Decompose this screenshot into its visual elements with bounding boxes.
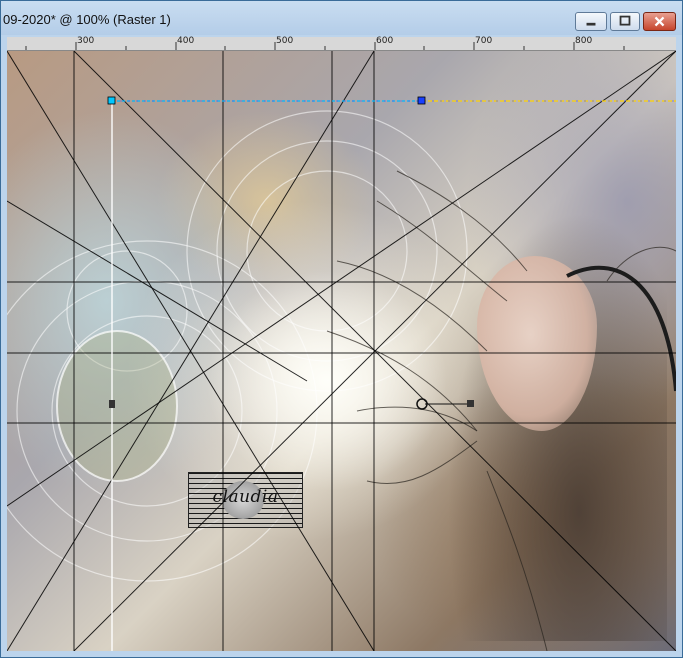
- side-handle[interactable]: [109, 400, 115, 408]
- image-canvas[interactable]: claudia: [7, 51, 676, 651]
- ruler-label: 800: [575, 36, 593, 46]
- ruler-label: 400: [177, 36, 195, 46]
- close-icon: [654, 16, 665, 27]
- pick-tool-handles: [107, 96, 474, 410]
- edge-handle[interactable]: [417, 96, 426, 105]
- ruler-label: 600: [376, 36, 394, 46]
- rotation-handle[interactable]: [467, 400, 474, 407]
- close-button[interactable]: [643, 12, 676, 31]
- ruler-label: 700: [475, 36, 493, 46]
- corner-handle[interactable]: [107, 96, 116, 105]
- ruler-label: 500: [276, 36, 294, 46]
- maximize-button[interactable]: [610, 12, 640, 31]
- window-title: 09-2020* @ 100% (Raster 1): [3, 12, 171, 27]
- maximize-icon: [619, 15, 631, 26]
- minimize-button[interactable]: [575, 12, 607, 31]
- minimize-icon: [586, 22, 596, 26]
- horizontal-ruler[interactable]: 300 400 500 600 700 800: [7, 36, 676, 51]
- title-bar[interactable]: 09-2020* @ 100% (Raster 1): [1, 1, 682, 35]
- app-window: 09-2020* @ 100% (Raster 1) 300 400 500 6…: [0, 0, 683, 658]
- ruler-label: 300: [77, 36, 95, 46]
